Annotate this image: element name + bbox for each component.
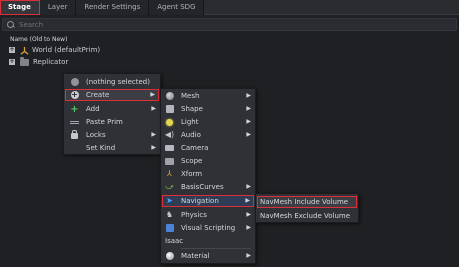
chevron-right-icon: ▶	[246, 224, 251, 231]
menu-item-audio-label: Audio	[181, 131, 201, 139]
scope-icon	[165, 157, 174, 166]
curve-icon: ⤻	[165, 182, 174, 191]
chevron-right-icon: ▶	[246, 131, 251, 138]
tree-row-replicator[interactable]: + Replicator	[9, 56, 69, 67]
expand-toggle[interactable]: +	[9, 59, 15, 65]
menu-item-mesh[interactable]: Mesh ▶	[161, 90, 255, 102]
xform-icon: ⅄	[167, 169, 172, 178]
tab-stage[interactable]: Stage	[0, 0, 40, 15]
tab-bar-filler	[204, 0, 459, 14]
chevron-right-icon: ▶	[151, 131, 156, 138]
search-placeholder: Search	[19, 20, 44, 29]
search-icon	[7, 20, 15, 29]
menu-item-navigation[interactable]: ➤ Navigation ▶	[162, 195, 254, 207]
menu-item-physics[interactable]: ♞ Physics ▶	[161, 209, 255, 221]
material-icon	[165, 252, 174, 261]
context-menu-header: (nothing selected)	[64, 76, 160, 88]
menu-item-paste-prim-label: Paste Prim	[86, 118, 123, 126]
menu-item-create-label: Create	[86, 91, 110, 99]
menu-item-audio[interactable]: ◀) Audio ▶	[161, 129, 255, 141]
menu-item-camera[interactable]: Camera	[161, 142, 255, 154]
menu-item-xform-label: Xform	[181, 170, 203, 178]
search-input[interactable]: Search	[2, 18, 457, 31]
menu-item-physics-label: Physics	[181, 211, 207, 219]
menu-item-basiscurves-label: BasisCurves	[181, 183, 224, 191]
menu-item-scope-label: Scope	[181, 157, 203, 165]
section-label-isaac-text: Isaac	[165, 237, 184, 245]
green-plus-icon: +	[70, 103, 79, 115]
navigation-submenu: NavMesh Include Volume NavMesh Exclude V…	[255, 193, 359, 223]
plus-circle-icon: +	[70, 90, 79, 99]
tab-agent-sdg[interactable]: Agent SDG	[149, 0, 205, 15]
menu-item-set-kind[interactable]: Set Kind ▶	[64, 142, 160, 154]
section-label-isaac: Isaac	[161, 235, 255, 247]
folder-icon	[20, 56, 29, 66]
paste-icon	[70, 118, 79, 127]
tab-layer[interactable]: Layer	[39, 0, 77, 15]
tree-label-replicator: Replicator	[33, 58, 69, 66]
chevron-right-icon: ▶	[246, 183, 251, 190]
chevron-right-icon: ▶	[151, 144, 156, 151]
lock-icon	[70, 130, 79, 140]
menu-item-xform[interactable]: ⅄ Xform	[161, 168, 255, 180]
menu-item-paste-prim[interactable]: Paste Prim	[64, 116, 160, 128]
menu-item-add[interactable]: + Add ▶	[64, 103, 160, 115]
chevron-right-icon: ▶	[245, 197, 250, 204]
light-icon	[165, 118, 174, 127]
menu-item-light-label: Light	[181, 118, 199, 126]
menu-item-scope[interactable]: Scope	[161, 155, 255, 167]
tab-render-settings[interactable]: Render Settings	[76, 0, 150, 15]
chevron-right-icon: ▶	[151, 105, 156, 112]
visual-scripting-icon	[165, 224, 174, 233]
physics-icon: ♞	[165, 210, 174, 219]
navigation-icon: ➤	[166, 196, 173, 205]
menu-item-navmesh-exclude-label: NavMesh Exclude Volume	[260, 212, 351, 220]
menu-item-visual-scripting-label: Visual Scripting	[181, 224, 236, 232]
menu-separator	[181, 248, 251, 249]
menu-item-navmesh-include-volume[interactable]: NavMesh Include Volume	[257, 196, 357, 208]
xform-icon	[20, 46, 29, 55]
expand-toggle[interactable]: +	[9, 47, 15, 53]
menu-item-material-label: Material	[181, 252, 210, 260]
chevron-right-icon: ▶	[246, 105, 251, 112]
menu-item-navigation-label: Navigation	[181, 197, 219, 205]
chevron-right-icon: ▶	[150, 91, 155, 98]
chevron-right-icon: ▶	[246, 118, 251, 125]
menu-item-locks[interactable]: Locks ▶	[64, 129, 160, 141]
menu-item-create[interactable]: + Create ▶	[65, 89, 159, 101]
chevron-right-icon: ▶	[246, 92, 251, 99]
context-menu-header-label: (nothing selected)	[86, 78, 150, 86]
mesh-icon	[165, 92, 174, 101]
shape-icon	[165, 105, 174, 114]
menu-item-set-kind-label: Set Kind	[86, 144, 116, 152]
menu-item-navmesh-include-label: NavMesh Include Volume	[260, 198, 349, 206]
circle-icon	[70, 78, 79, 87]
column-header-name[interactable]: Name (Old to New)	[0, 35, 459, 45]
menu-item-camera-label: Camera	[181, 144, 209, 152]
camera-icon	[165, 144, 174, 153]
menu-item-visual-scripting[interactable]: Visual Scripting ▶	[161, 222, 255, 234]
tree-label-world: World (defaultPrim)	[32, 46, 101, 54]
menu-item-shape[interactable]: Shape ▶	[161, 103, 255, 115]
menu-item-shape-label: Shape	[181, 105, 203, 113]
chevron-right-icon: ▶	[246, 211, 251, 218]
audio-icon: ◀)	[164, 130, 175, 139]
menu-item-light[interactable]: Light ▶	[161, 116, 255, 128]
menu-item-material[interactable]: Material ▶	[161, 250, 255, 262]
tree-row-world[interactable]: + World (defaultPrim)	[9, 45, 100, 55]
menu-item-mesh-label: Mesh	[181, 92, 200, 100]
panel-tab-bar: Stage Layer Render Settings Agent SDG	[0, 0, 459, 15]
create-submenu: Mesh ▶ Shape ▶ Light ▶ ◀) Audio ▶ Camera…	[160, 88, 256, 264]
context-menu: (nothing selected) + Create ▶ + Add ▶ Pa…	[63, 73, 161, 155]
menu-item-locks-label: Locks	[86, 131, 106, 139]
chevron-right-icon: ▶	[246, 252, 251, 259]
menu-item-navmesh-exclude-volume[interactable]: NavMesh Exclude Volume	[256, 210, 358, 222]
menu-item-basiscurves[interactable]: ⤻ BasisCurves ▶	[161, 181, 255, 193]
menu-item-add-label: Add	[86, 105, 100, 113]
